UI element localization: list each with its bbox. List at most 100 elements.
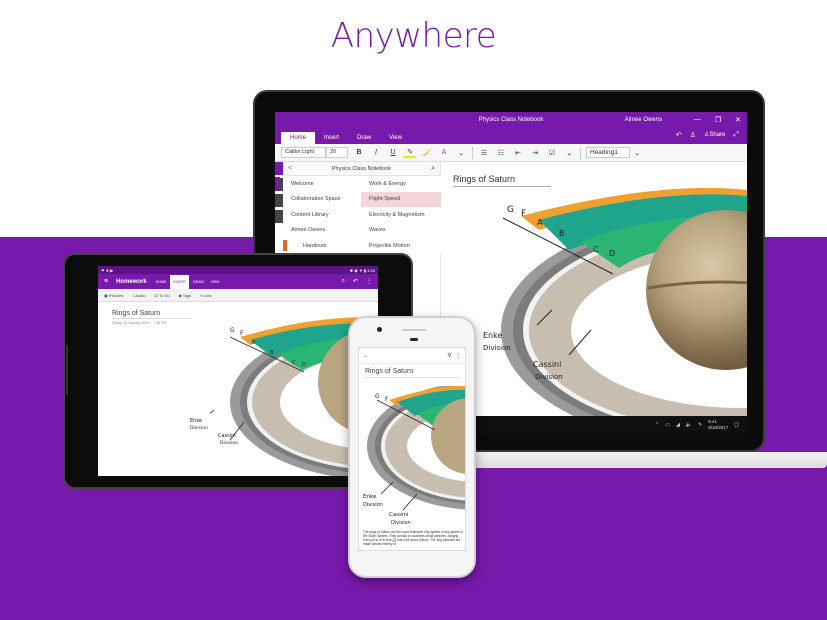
tablet-canvas[interactable]: Rings of Saturn Friday, 25 January 2019 … bbox=[98, 302, 378, 476]
minimize-button[interactable]: — bbox=[694, 116, 701, 124]
label-f: F bbox=[385, 396, 389, 403]
battery-icon[interactable]: ▭ bbox=[665, 422, 670, 428]
more-icon[interactable]: ⋮ bbox=[366, 278, 372, 285]
tab-insert[interactable]: INSERT bbox=[170, 274, 190, 289]
divider bbox=[472, 146, 473, 159]
undo-icon[interactable]: ↶ bbox=[353, 278, 358, 285]
highlight-icon[interactable]: ✎ bbox=[404, 148, 416, 158]
back-icon[interactable]: < bbox=[288, 165, 292, 172]
tab-insert[interactable]: Insert bbox=[315, 132, 348, 144]
label-b: B bbox=[270, 350, 274, 356]
todo-icon[interactable]: ☑ bbox=[546, 149, 558, 157]
user-name[interactable]: Aimee Owens bbox=[625, 117, 662, 123]
notebook-tab[interactable] bbox=[275, 194, 283, 207]
chevron-up-icon[interactable]: ⌃ bbox=[655, 422, 659, 428]
chevron-down-icon[interactable]: ⌄ bbox=[455, 149, 467, 157]
handwriting-labels: Enke Division Cassini Division bbox=[190, 418, 238, 446]
tab-home[interactable]: HOME bbox=[153, 275, 170, 289]
bold-button[interactable]: B bbox=[353, 149, 365, 156]
time-text: 7:38 PM bbox=[153, 321, 167, 325]
numbering-icon[interactable]: ☷ bbox=[495, 149, 507, 157]
nav-header: < Physics Class Notebook ⌕ bbox=[283, 162, 440, 176]
label-g: G bbox=[230, 327, 235, 334]
todo-button[interactable]: ☑ To Do bbox=[154, 293, 169, 298]
tab-draw[interactable]: Draw bbox=[348, 132, 380, 144]
expand-icon[interactable]: ⤢ bbox=[733, 131, 739, 139]
share-label: Share bbox=[709, 132, 726, 138]
restore-button[interactable]: ❐ bbox=[715, 116, 721, 124]
hamburger-menu-icon[interactable]: ≡ bbox=[104, 278, 108, 285]
tab-view[interactable]: VIEW bbox=[208, 275, 223, 289]
page-title[interactable]: Rings of Saturn bbox=[112, 310, 192, 319]
notebook-name[interactable]: Physics Class Notebook bbox=[332, 166, 391, 172]
status-time: 3:33 bbox=[367, 267, 375, 273]
pen-icon[interactable]: ✎ bbox=[698, 422, 702, 428]
font-size-input[interactable]: 20 bbox=[326, 147, 348, 158]
section-item-aimee-owens[interactable]: Aimee Owens bbox=[283, 223, 361, 239]
label-c: C bbox=[292, 360, 296, 366]
label-d: D bbox=[302, 362, 306, 368]
section-item-handouts[interactable]: Handouts bbox=[283, 238, 361, 254]
undo-icon[interactable]: ↶ bbox=[676, 131, 682, 139]
tab-view[interactable]: View bbox=[380, 132, 411, 144]
network-icon[interactable]: ◢ bbox=[676, 422, 680, 428]
share-button[interactable]: ♙Share bbox=[704, 131, 725, 139]
account-icon[interactable]: ♙ bbox=[690, 131, 696, 139]
page-item-flight-speed[interactable]: Flight-Speed bbox=[361, 191, 441, 207]
close-button[interactable]: ✕ bbox=[735, 116, 741, 124]
sensor bbox=[410, 338, 418, 341]
section-item-welcome[interactable]: Welcome bbox=[275, 176, 361, 192]
section-item-collaboration-space[interactable]: Collaboration Space bbox=[283, 192, 361, 208]
volume-icon[interactable]: 🔈 bbox=[686, 422, 692, 428]
pictures-button[interactable]: ▣ Pictures bbox=[104, 293, 123, 298]
cassini-label-2: Division bbox=[391, 520, 411, 526]
clear-format-icon[interactable]: A bbox=[438, 149, 450, 156]
app-title: Homework bbox=[116, 278, 147, 285]
page-item-electricity-magnetism[interactable]: Elecricity & Magnetism bbox=[361, 207, 441, 223]
tablet-screen: ⚑ ✲ ▶ ✱ ◉ ▼ ▮ 3:33 ≡ Homework HOME INSER… bbox=[98, 266, 378, 476]
window-titlebar: Physics Class Notebook Aimee Owens — ❐ ✕ bbox=[275, 112, 747, 128]
section-item-content-library[interactable]: Content Library bbox=[283, 207, 361, 223]
back-arrow-icon[interactable]: ← bbox=[363, 353, 369, 359]
indent-icon[interactable]: ⇥ bbox=[529, 149, 541, 157]
underline-button[interactable]: U bbox=[387, 149, 399, 156]
insert-toolbar: ▣ Pictures ♪ Audio ☑ To Do ◆ Tags ∞ Link bbox=[98, 289, 378, 302]
style-select[interactable]: Heading1 bbox=[586, 147, 630, 158]
label-d: D bbox=[609, 249, 615, 258]
italic-button[interactable]: I bbox=[370, 149, 382, 156]
format-painter-icon[interactable]: 🖌 bbox=[421, 149, 433, 157]
chevron-down-icon[interactable]: ⌄ bbox=[631, 149, 643, 157]
cassini-label: Cassini bbox=[533, 360, 561, 369]
link-button[interactable]: ∞ Link bbox=[200, 293, 211, 298]
label-c: C bbox=[593, 245, 599, 254]
action-center-icon[interactable]: ▢ bbox=[734, 422, 739, 428]
font-name-input[interactable]: Calibri Light bbox=[281, 147, 326, 158]
search-icon[interactable]: ⌕ bbox=[431, 165, 435, 173]
speaker bbox=[402, 329, 426, 331]
tab-home[interactable]: Home bbox=[281, 132, 316, 144]
cassini-label-2: Division bbox=[535, 373, 563, 381]
cassini-label-2: Division bbox=[220, 440, 238, 446]
more-icon[interactable]: ⋮ bbox=[455, 353, 461, 359]
notebook-tab[interactable] bbox=[275, 162, 283, 175]
clock[interactable]: 5:41 8/18/2017 bbox=[708, 419, 728, 431]
tab-draw[interactable]: DRAW bbox=[190, 275, 207, 289]
page-item-projectile-motion[interactable]: Projectile Motion bbox=[361, 238, 441, 254]
notebook-tab[interactable] bbox=[275, 210, 283, 223]
bullets-icon[interactable]: ☰ bbox=[478, 149, 490, 157]
audio-button[interactable]: ♪ Audio bbox=[132, 293, 145, 298]
note-canvas[interactable]: Rings of Saturn G F A B C D Enke Divisio… bbox=[441, 162, 747, 434]
outdent-icon[interactable]: ⇤ bbox=[512, 149, 524, 157]
search-icon[interactable]: ⌕ bbox=[342, 278, 345, 285]
date-text: Friday, 25 January 2019 bbox=[112, 321, 150, 325]
body-text[interactable]: The rings of Saturn are the most extensi… bbox=[363, 530, 463, 546]
encke-label: Enke bbox=[190, 418, 202, 424]
page-title[interactable]: Rings of Saturn bbox=[365, 368, 459, 378]
label-f: F bbox=[521, 209, 526, 219]
filter-icon[interactable]: ∀ bbox=[448, 353, 452, 359]
page-item-waves[interactable]: Waves bbox=[361, 223, 441, 239]
chevron-down-icon[interactable]: ⌄ bbox=[563, 149, 575, 157]
tablet-button bbox=[66, 345, 68, 395]
page-item-work-energy[interactable]: Work & Energy bbox=[361, 176, 441, 192]
tags-button[interactable]: ◆ Tags bbox=[179, 293, 192, 298]
